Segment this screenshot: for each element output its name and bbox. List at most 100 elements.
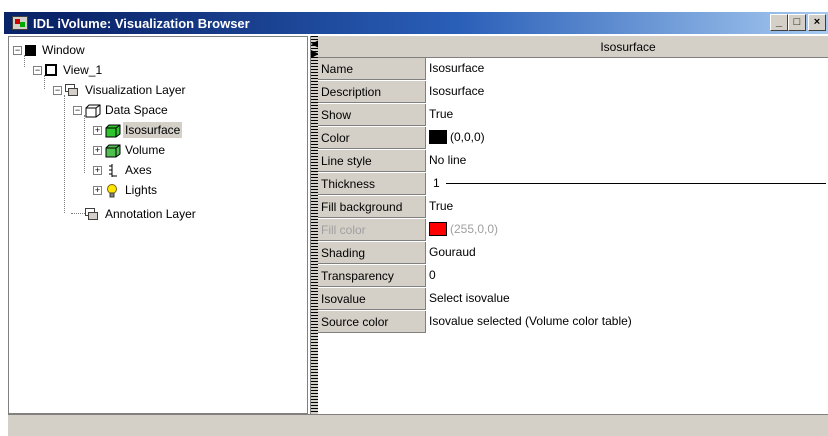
color-swatch xyxy=(429,222,447,236)
property-sheet-title: Isosurface xyxy=(600,40,656,54)
property-value[interactable]: 1 xyxy=(428,173,826,195)
collapse-toggle[interactable]: − xyxy=(13,45,22,55)
property-sheet-header: Isosurface xyxy=(318,36,828,58)
property-value[interactable]: Isosurface xyxy=(428,81,484,103)
property-value[interactable]: True xyxy=(428,104,453,126)
property-name: Line style xyxy=(318,150,426,172)
property-value[interactable]: Isovalue selected (Volume color table) xyxy=(428,311,632,333)
property-name: Fill color xyxy=(318,219,426,241)
property-sheet: Isosurface Name Isosurface Description Isos… xyxy=(318,36,828,414)
property-row[interactable]: Description Isosurface xyxy=(318,81,828,104)
layer-icon xyxy=(65,83,79,97)
property-row[interactable]: Isovalue Select isovalue xyxy=(318,288,828,311)
property-value-text: No line xyxy=(429,153,467,167)
title-bar-strip[interactable]: IDL iVolume: Visualization Browser _ □ × xyxy=(4,12,828,34)
property-row[interactable]: Name Isosurface xyxy=(318,58,828,81)
maximize-button[interactable]: □ xyxy=(788,14,806,31)
property-value-text: Gouraud xyxy=(429,245,476,259)
property-name: Isovalue xyxy=(318,288,426,310)
panel-splitter[interactable] xyxy=(310,36,319,414)
property-row[interactable]: Color (0,0,0) xyxy=(318,127,828,150)
property-name: Fill background xyxy=(318,196,426,218)
tree-item-label: Isosurface xyxy=(123,122,183,138)
status-bar xyxy=(8,414,828,436)
property-name: Show xyxy=(318,104,426,126)
tree-item-data-space[interactable]: − Data Space xyxy=(73,100,170,120)
property-value[interactable]: (0,0,0) xyxy=(428,127,485,149)
tree-item-label: Data Space xyxy=(105,103,168,117)
tree-item-window[interactable]: − Window xyxy=(13,40,87,60)
thickness-line-preview xyxy=(445,183,826,184)
property-value[interactable]: Gouraud xyxy=(428,242,476,264)
property-name: Description xyxy=(318,81,426,103)
tree-item-label: Annotation Layer xyxy=(105,207,196,221)
property-row[interactable]: Fill color (255,0,0) xyxy=(318,219,828,242)
tree-item-label: Volume xyxy=(125,143,166,157)
expand-toggle[interactable]: + xyxy=(93,165,102,175)
property-row[interactable]: Thickness 1 xyxy=(318,173,828,196)
tree-item-axes[interactable]: + Axes xyxy=(93,160,154,180)
property-row[interactable]: Fill background True xyxy=(318,196,828,219)
property-value-text: Isovalue selected (Volume color table) xyxy=(429,314,632,328)
property-name: Source color xyxy=(318,311,426,333)
property-value-text: (255,0,0) xyxy=(450,222,499,236)
property-value-text: 1 xyxy=(433,176,440,190)
tree-item-label: Visualization Layer xyxy=(85,83,186,97)
expand-toggle[interactable]: + xyxy=(93,145,102,155)
property-value[interactable]: 0 xyxy=(428,265,436,287)
property-value-text: Isosurface xyxy=(429,61,485,75)
axes-icon xyxy=(105,163,119,177)
volume-cube-icon xyxy=(105,144,121,157)
property-row[interactable]: Transparency 0 xyxy=(318,265,828,288)
tree-item-lights[interactable]: + Lights xyxy=(93,180,159,200)
expand-toggle[interactable]: + xyxy=(93,185,102,195)
property-row[interactable]: Line style No line xyxy=(318,150,828,173)
window-title: IDL iVolume: Visualization Browser xyxy=(33,15,250,31)
property-value-text: 0 xyxy=(429,268,436,282)
property-value[interactable]: Select isovalue xyxy=(428,288,510,310)
black-square-icon xyxy=(25,44,36,56)
property-row[interactable]: Source color Isovalue selected (Volume co… xyxy=(318,311,828,334)
visualization-tree[interactable]: − Window − View_1 − Visualization Layer … xyxy=(8,36,308,414)
property-name: Color xyxy=(318,127,426,149)
property-value: (255,0,0) xyxy=(428,219,498,241)
close-button[interactable]: × xyxy=(808,14,826,31)
property-value-text: True xyxy=(429,107,454,121)
tree-item-label: Window xyxy=(42,43,85,57)
color-swatch xyxy=(429,130,447,144)
expand-toggle[interactable]: + xyxy=(93,125,102,135)
property-name: Name xyxy=(318,58,426,80)
tree-item-visualization-layer[interactable]: − Visualization Layer xyxy=(53,80,188,100)
title-bar: IDL iVolume: Visualization Browser _ □ × xyxy=(0,0,828,37)
tree-item-isosurface[interactable]: + Isosurface xyxy=(93,120,183,140)
property-value-text: True xyxy=(429,199,454,213)
property-name: Transparency xyxy=(318,265,426,287)
property-value[interactable]: True xyxy=(428,196,453,218)
tree-item-label: Axes xyxy=(125,163,152,177)
tree-item-view[interactable]: − View_1 xyxy=(33,60,104,80)
tree-item-label: View_1 xyxy=(63,63,103,77)
tree-item-annotation-layer[interactable]: Annotation Layer xyxy=(85,204,198,224)
data-space-cube-icon xyxy=(85,104,101,117)
property-name: Thickness xyxy=(318,173,426,195)
isosurface-cube-icon xyxy=(105,124,121,137)
collapse-toggle[interactable]: − xyxy=(33,65,42,75)
collapse-toggle[interactable]: − xyxy=(53,85,62,95)
property-value-text: Select isovalue xyxy=(429,291,510,305)
app-icon xyxy=(12,16,28,30)
minimize-button[interactable]: _ xyxy=(770,14,788,31)
layer-icon xyxy=(85,207,99,221)
collapse-toggle[interactable]: − xyxy=(73,105,82,115)
tree-item-label: Lights xyxy=(125,183,158,197)
property-value[interactable]: Isosurface xyxy=(428,58,484,80)
property-row[interactable]: Shading Gouraud xyxy=(318,242,828,265)
window-controls: _ □ × xyxy=(770,14,826,31)
property-name: Shading xyxy=(318,242,426,264)
property-value[interactable]: No line xyxy=(428,150,466,172)
property-row[interactable]: Show True xyxy=(318,104,828,127)
lightbulb-icon xyxy=(105,183,119,197)
tree-item-volume[interactable]: + Volume xyxy=(93,140,167,160)
property-value-text: (0,0,0) xyxy=(450,130,485,144)
white-square-icon xyxy=(45,64,57,76)
property-value-text: Isosurface xyxy=(429,84,485,98)
